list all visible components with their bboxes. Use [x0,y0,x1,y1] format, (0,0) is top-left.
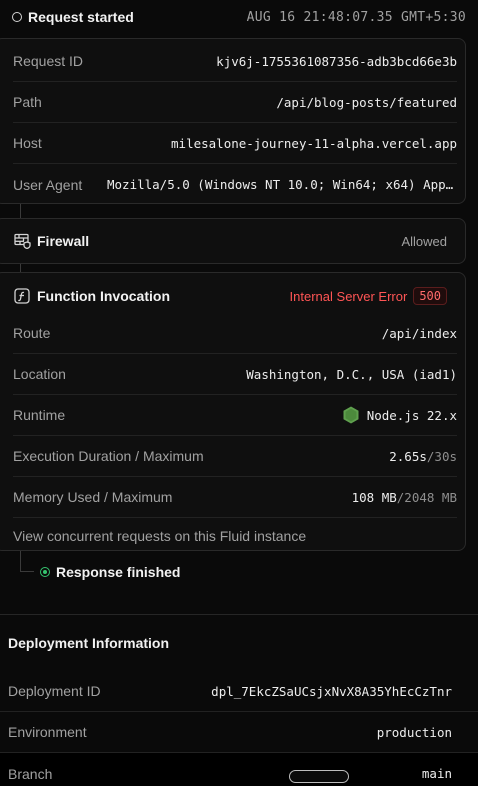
route-row: Route /api/index [13,313,457,354]
runtime-row: Runtime Node.js 22.x [13,395,457,436]
request-details-card: Request ID kjv6j-1755361087356-adb3bcd66… [0,38,466,204]
circle-icon [12,12,22,22]
nodejs-icon [343,406,359,424]
status-dot-icon [40,567,50,577]
user-agent-value[interactable]: Mozilla/5.0 (Windows NT 10.0; Win64; x64… [107,177,457,192]
branch-label: Branch [8,765,53,782]
function-invocation-card: Function Invocation Internal Server Erro… [0,272,466,551]
error-status-text: Internal Server Error [289,288,408,304]
firewall-icon [13,232,31,250]
deployment-id-value[interactable]: dpl_7EkcZSaUCsjxNvX8A35YhEcCzTnr [211,684,452,699]
duration-value: 2.65s [389,448,427,464]
deployment-info-title: Deployment Information [8,635,170,651]
response-finished: Response finished [40,562,180,582]
environment-label: Environment [8,724,87,740]
request-id-value[interactable]: kjv6j-1755361087356-adb3bcd66e3b [216,54,457,69]
memory-label: Memory Used / Maximum [13,489,173,505]
firewall-card[interactable]: Firewall Allowed [0,218,466,264]
function-title: Function Invocation [37,288,170,304]
host-value[interactable]: milesalone-journey-11-alpha.vercel.app [171,136,457,151]
request-id-row: Request ID kjv6j-1755361087356-adb3bcd66… [13,41,457,82]
request-timestamp: AUG 16 21:48:07.35 GMT+5:30 [246,9,466,25]
runtime-label: Runtime [13,407,66,423]
host-label: Host [13,135,42,151]
environment-value: production [376,724,452,740]
request-title: Request started [28,9,134,25]
path-label: Path [13,94,42,110]
firewall-title: Firewall [37,233,90,249]
deployment-info-section: Deployment Information Deployment ID dpl… [0,615,478,786]
response-finished-label: Response finished [56,564,181,580]
path-row: Path /api/blog-posts/featured [13,82,457,123]
deployment-id-row: Deployment ID dpl_7EkcZSaUCsjxNvX8A35YhE… [0,671,478,712]
environment-row: Environment production [0,712,478,753]
duration-label: Execution Duration / Maximum [13,448,204,464]
location-row: Location Washington, D.C., USA (iad1) [13,354,457,395]
user-agent-row: User Agent Mozilla/5.0 (Windows NT 10.0;… [13,164,457,205]
branch-row: Branch main [0,753,478,786]
host-row: Host milesalone-journey-11-alpha.vercel.… [13,123,457,164]
duration-max: /30s [426,448,457,464]
route-label: Route [13,325,51,341]
memory-row: Memory Used / Maximum 108 MB/2048 MB [13,477,457,518]
runtime-value: Node.js 22.x [366,407,457,423]
location-label: Location [13,366,66,382]
deployment-id-label: Deployment ID [8,683,101,699]
memory-max: /2048 MB [396,489,457,505]
user-agent-label: User Agent [13,176,83,193]
concurrent-requests-link[interactable]: View concurrent requests on this Fluid i… [13,518,457,554]
branch-value[interactable]: main [422,766,452,781]
function-icon [13,287,31,305]
request-header: Request started AUG 16 21:48:07.35 GMT+5… [0,0,478,34]
duration-row: Execution Duration / Maximum 2.65s/30s [13,436,457,477]
request-id-label: Request ID [13,53,84,69]
home-indicator[interactable] [289,770,349,783]
firewall-status: Allowed [401,233,447,249]
memory-value: 108 MB [351,489,397,505]
location-value: Washington, D.C., USA (iad1) [246,366,457,382]
route-value[interactable]: /api/index [382,326,457,341]
path-value[interactable]: /api/blog-posts/featured [276,95,457,110]
error-code-badge: 500 [413,287,447,305]
